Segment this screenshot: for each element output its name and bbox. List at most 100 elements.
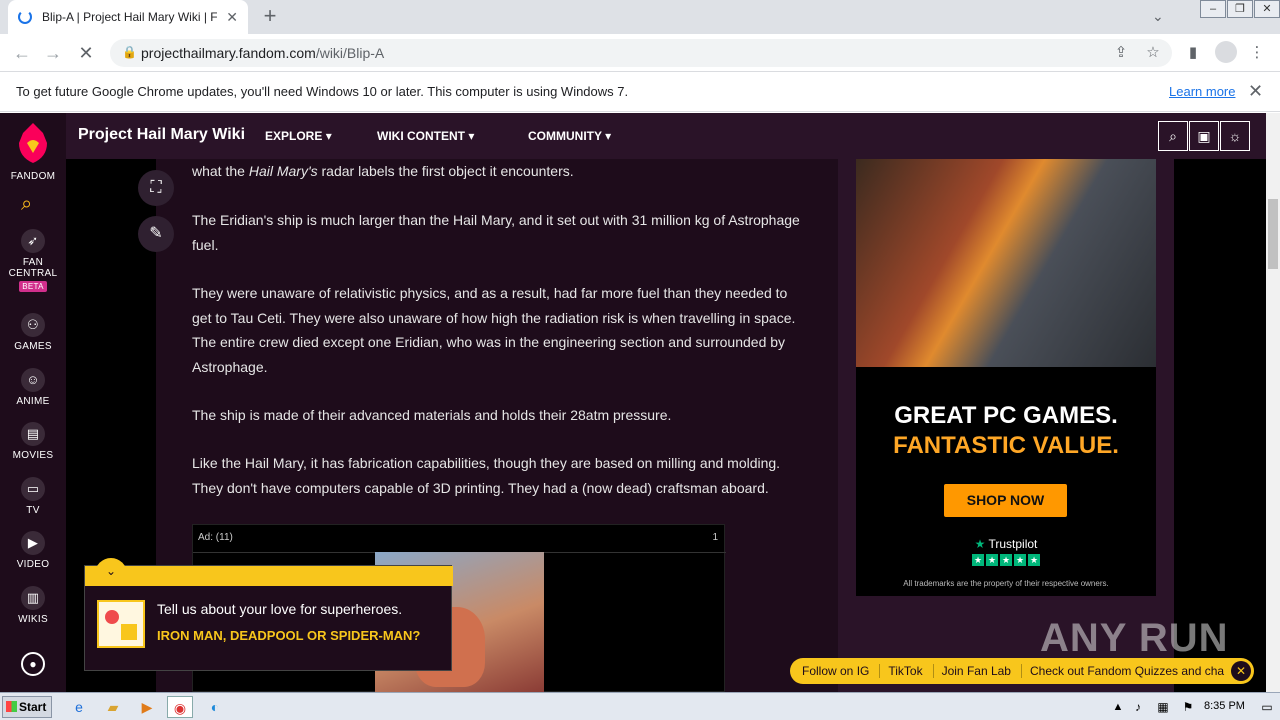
browser-toolbar: ← → ✕ 🔒 projecthailmary.fandom.com/wiki/… <box>0 34 1280 72</box>
display-ad[interactable]: GREAT PC GAMES. FANTASTIC VALUE. SHOP NO… <box>856 159 1156 596</box>
lock-icon[interactable]: 🔒 <box>122 45 137 59</box>
rail-item-tv[interactable]: ▭ TV <box>0 477 66 516</box>
menu-kebab-icon[interactable]: ⋮ <box>1246 42 1268 64</box>
clapper-icon: ▤ <box>21 422 45 446</box>
infobar-message: To get future Google Chrome updates, you… <box>16 84 629 99</box>
star-icon: ★ <box>986 554 998 566</box>
window-controls: – ❐ ✕ <box>1199 0 1280 20</box>
show-desktop-icon[interactable]: ▭ <box>1254 696 1280 718</box>
rail-item-fan-central[interactable]: ➶ FAN CENTRAL BETA <box>0 229 66 292</box>
edit-pencil-icon[interactable]: ✎ <box>138 216 174 252</box>
fandom-logo-icon[interactable] <box>17 121 49 167</box>
tv-icon: ▭ <box>21 477 45 501</box>
edge-icon[interactable]: ◐ <box>202 696 228 718</box>
ie-icon[interactable]: e <box>66 696 92 718</box>
rail-item-video[interactable]: ▶ VIDEO <box>0 531 66 570</box>
text: what the <box>192 163 249 179</box>
quiz-popup[interactable]: ⌄ Tell us about your love for superheroe… <box>84 558 453 671</box>
link-follow-ig[interactable]: Follow on IG <box>802 664 881 678</box>
star-icon: ★ <box>1014 554 1026 566</box>
rail-label: CENTRAL <box>8 268 58 279</box>
rail-item-wikis[interactable]: ▥ WIKIS <box>0 586 66 625</box>
link-tiktok[interactable]: TikTok <box>888 664 934 678</box>
fullscreen-icon[interactable]: ⛶ <box>138 170 174 206</box>
tab-close-icon[interactable]: ✕ <box>226 9 238 26</box>
quiz-header-bar <box>85 566 453 586</box>
profile-avatar-icon[interactable] <box>1215 41 1237 63</box>
fandom-global-nav: FANDOM ⌕ ➶ FAN CENTRAL BETA ⚇ GAMES ☺ AN… <box>0 113 66 692</box>
rail-label: WIKIS <box>18 614 48 625</box>
side-panel-icon[interactable]: ▮ <box>1182 42 1204 64</box>
wiki-header: Project Hail Mary Wiki EXPLORE WIKI CONT… <box>66 113 1266 159</box>
chrome-icon[interactable]: ◉ <box>167 696 193 718</box>
windows-taskbar: Start e ▰ ▶ ◉ ◐ ▲ ♪ ▦ ⚑ 8:35 PM ▭ <box>0 692 1280 720</box>
restore-button[interactable]: ❐ <box>1227 0 1253 18</box>
shop-now-button[interactable]: SHOP NOW <box>944 484 1067 517</box>
close-window-button[interactable]: ✕ <box>1254 0 1280 18</box>
media-player-icon[interactable]: ▶ <box>134 696 160 718</box>
ad-label: Ad: (11) <box>198 532 233 543</box>
url-path: /wiki/Blip-A <box>315 45 385 61</box>
learn-more-link[interactable]: Learn more <box>1169 84 1235 99</box>
shape <box>121 624 137 640</box>
star-icon: ★ <box>972 554 984 566</box>
wiki-title[interactable]: Project Hail Mary Wiki <box>78 126 245 144</box>
quiz-answer-link[interactable]: IRON MAN, DEADPOOL OR SPIDER-MAN? <box>157 628 427 644</box>
link-fan-lab[interactable]: Join Fan Lab <box>942 664 1022 678</box>
rail-label: MOVIES <box>12 450 54 461</box>
trustpilot-label: ★ Trustpilot <box>856 537 1156 551</box>
nav-community[interactable]: COMMUNITY <box>528 129 611 143</box>
search-icon[interactable]: ⌕ <box>21 193 32 216</box>
nav-explore[interactable]: EXPLORE <box>265 129 332 143</box>
infobar-close-icon[interactable]: ✕ <box>1248 81 1263 102</box>
minimize-button[interactable]: – <box>1200 0 1226 18</box>
book-icon: ▥ <box>21 586 45 610</box>
volume-icon[interactable]: ♪ <box>1125 696 1151 718</box>
scrollbar-thumb[interactable] <box>1268 199 1278 269</box>
browser-tab[interactable]: Blip-A | Project Hail Mary Wiki | Fand ✕ <box>8 0 248 34</box>
rail-label: ANIME <box>16 396 50 407</box>
discussions-icon[interactable]: ▣ <box>1189 121 1219 151</box>
rail-label: GAMES <box>14 341 52 352</box>
text: radar labels the first object it encount… <box>317 163 574 179</box>
bookmark-star-icon[interactable]: ☆ <box>1142 42 1164 64</box>
rail-item-games[interactable]: ⚇ GAMES <box>0 313 66 352</box>
stop-icon[interactable]: ✕ <box>75 42 97 64</box>
back-icon[interactable]: ← <box>11 42 33 64</box>
link-quizzes[interactable]: Check out Fandom Quizzes and cha <box>1030 664 1234 678</box>
explorer-folder-icon[interactable]: ▰ <box>100 696 126 718</box>
ad-headline: GREAT PC GAMES. <box>894 402 1118 429</box>
close-icon[interactable]: ✕ <box>1231 661 1251 681</box>
new-tab-button[interactable]: + <box>258 5 282 29</box>
clock[interactable]: 8:35 PM <box>1204 700 1245 712</box>
address-bar[interactable]: 🔒 projecthailmary.fandom.com/wiki/Blip-A… <box>110 39 1172 67</box>
flag-icon[interactable]: ⚑ <box>1175 696 1201 718</box>
rail-item-movies[interactable]: ▤ MOVIES <box>0 422 66 461</box>
paragraph: They were unaware of relativistic physic… <box>192 285 796 375</box>
nav-wiki-content[interactable]: WIKI CONTENT <box>377 129 474 143</box>
forward-icon[interactable]: → <box>42 42 64 64</box>
ad-artwork-image <box>856 159 1156 367</box>
url-text[interactable]: projecthailmary.fandom.com/wiki/Blip-A <box>141 45 384 61</box>
italic-text: Hail Mary's <box>248 163 318 179</box>
url-host: projecthailmary.fandom.com <box>141 45 316 61</box>
tab-title: Blip-A | Project Hail Mary Wiki | Fand <box>42 10 217 24</box>
quiz-illustration-icon <box>97 600 145 648</box>
play-icon: ▶ <box>21 531 45 555</box>
page-scrollbar[interactable] <box>1266 113 1280 692</box>
star-icon: ★ <box>1028 554 1040 566</box>
network-icon[interactable]: ▦ <box>1150 696 1176 718</box>
wiki-search-icon[interactable]: ⌕ <box>1158 121 1188 151</box>
ad-count: 1 <box>712 532 718 543</box>
shape <box>105 610 119 624</box>
rail-item-anime[interactable]: ☺ ANIME <box>0 368 66 407</box>
anime-icon: ☺ <box>21 368 45 392</box>
rocket-icon: ➶ <box>21 229 45 253</box>
share-icon[interactable]: ⇪ <box>1110 42 1132 64</box>
tab-search-icon[interactable]: ⌄ <box>1152 8 1164 25</box>
theme-toggle-icon[interactable]: ☼ <box>1220 121 1250 151</box>
rail-label: FAN <box>22 257 44 268</box>
user-account-icon[interactable]: ● <box>21 652 45 676</box>
start-button[interactable]: Start <box>2 696 52 718</box>
paragraph: what the Hail Mary's radar labels the fi… <box>192 159 804 184</box>
